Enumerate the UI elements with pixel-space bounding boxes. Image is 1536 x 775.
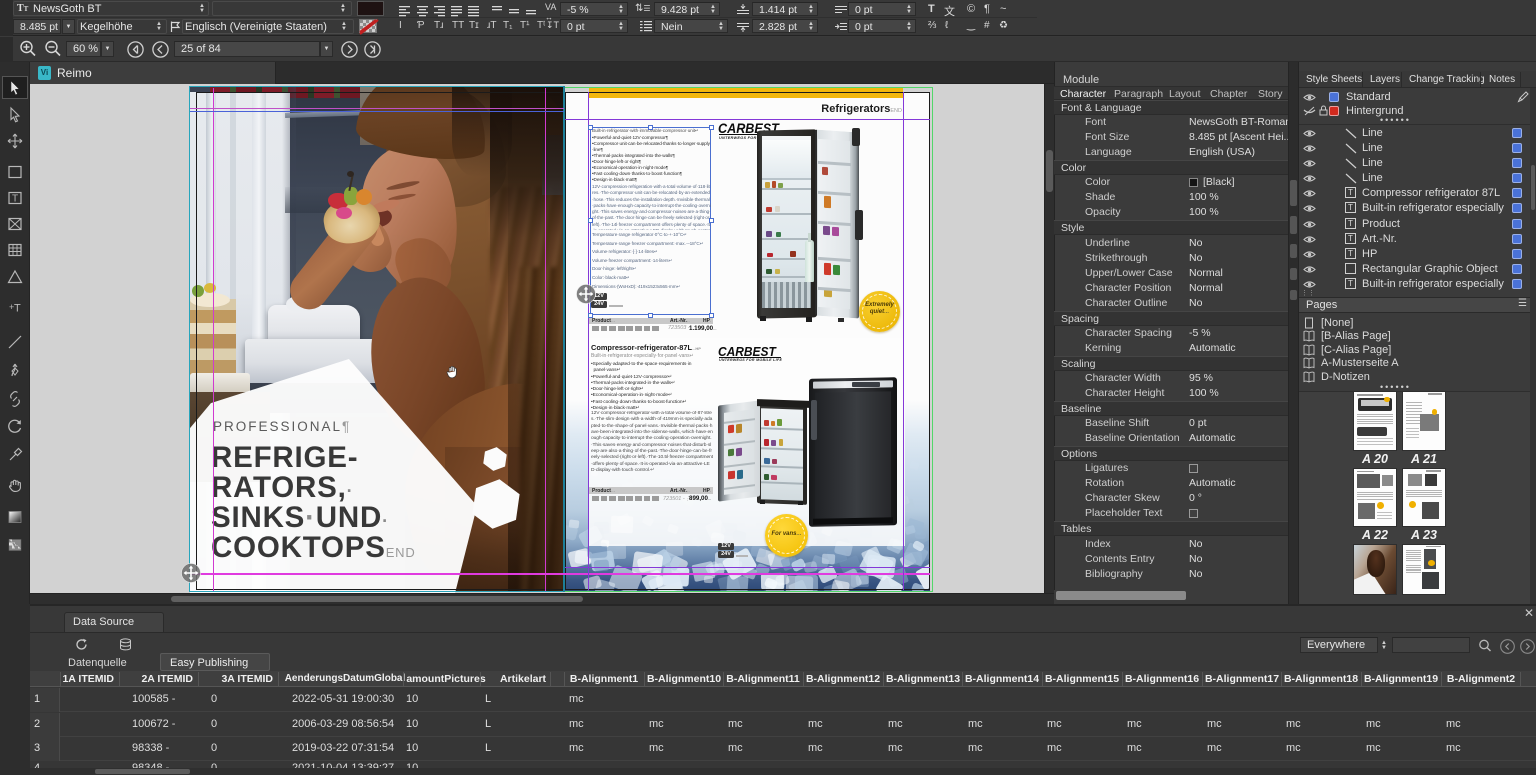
svg-text:T: T (14, 303, 21, 315)
svg-text:T: T (12, 194, 18, 205)
